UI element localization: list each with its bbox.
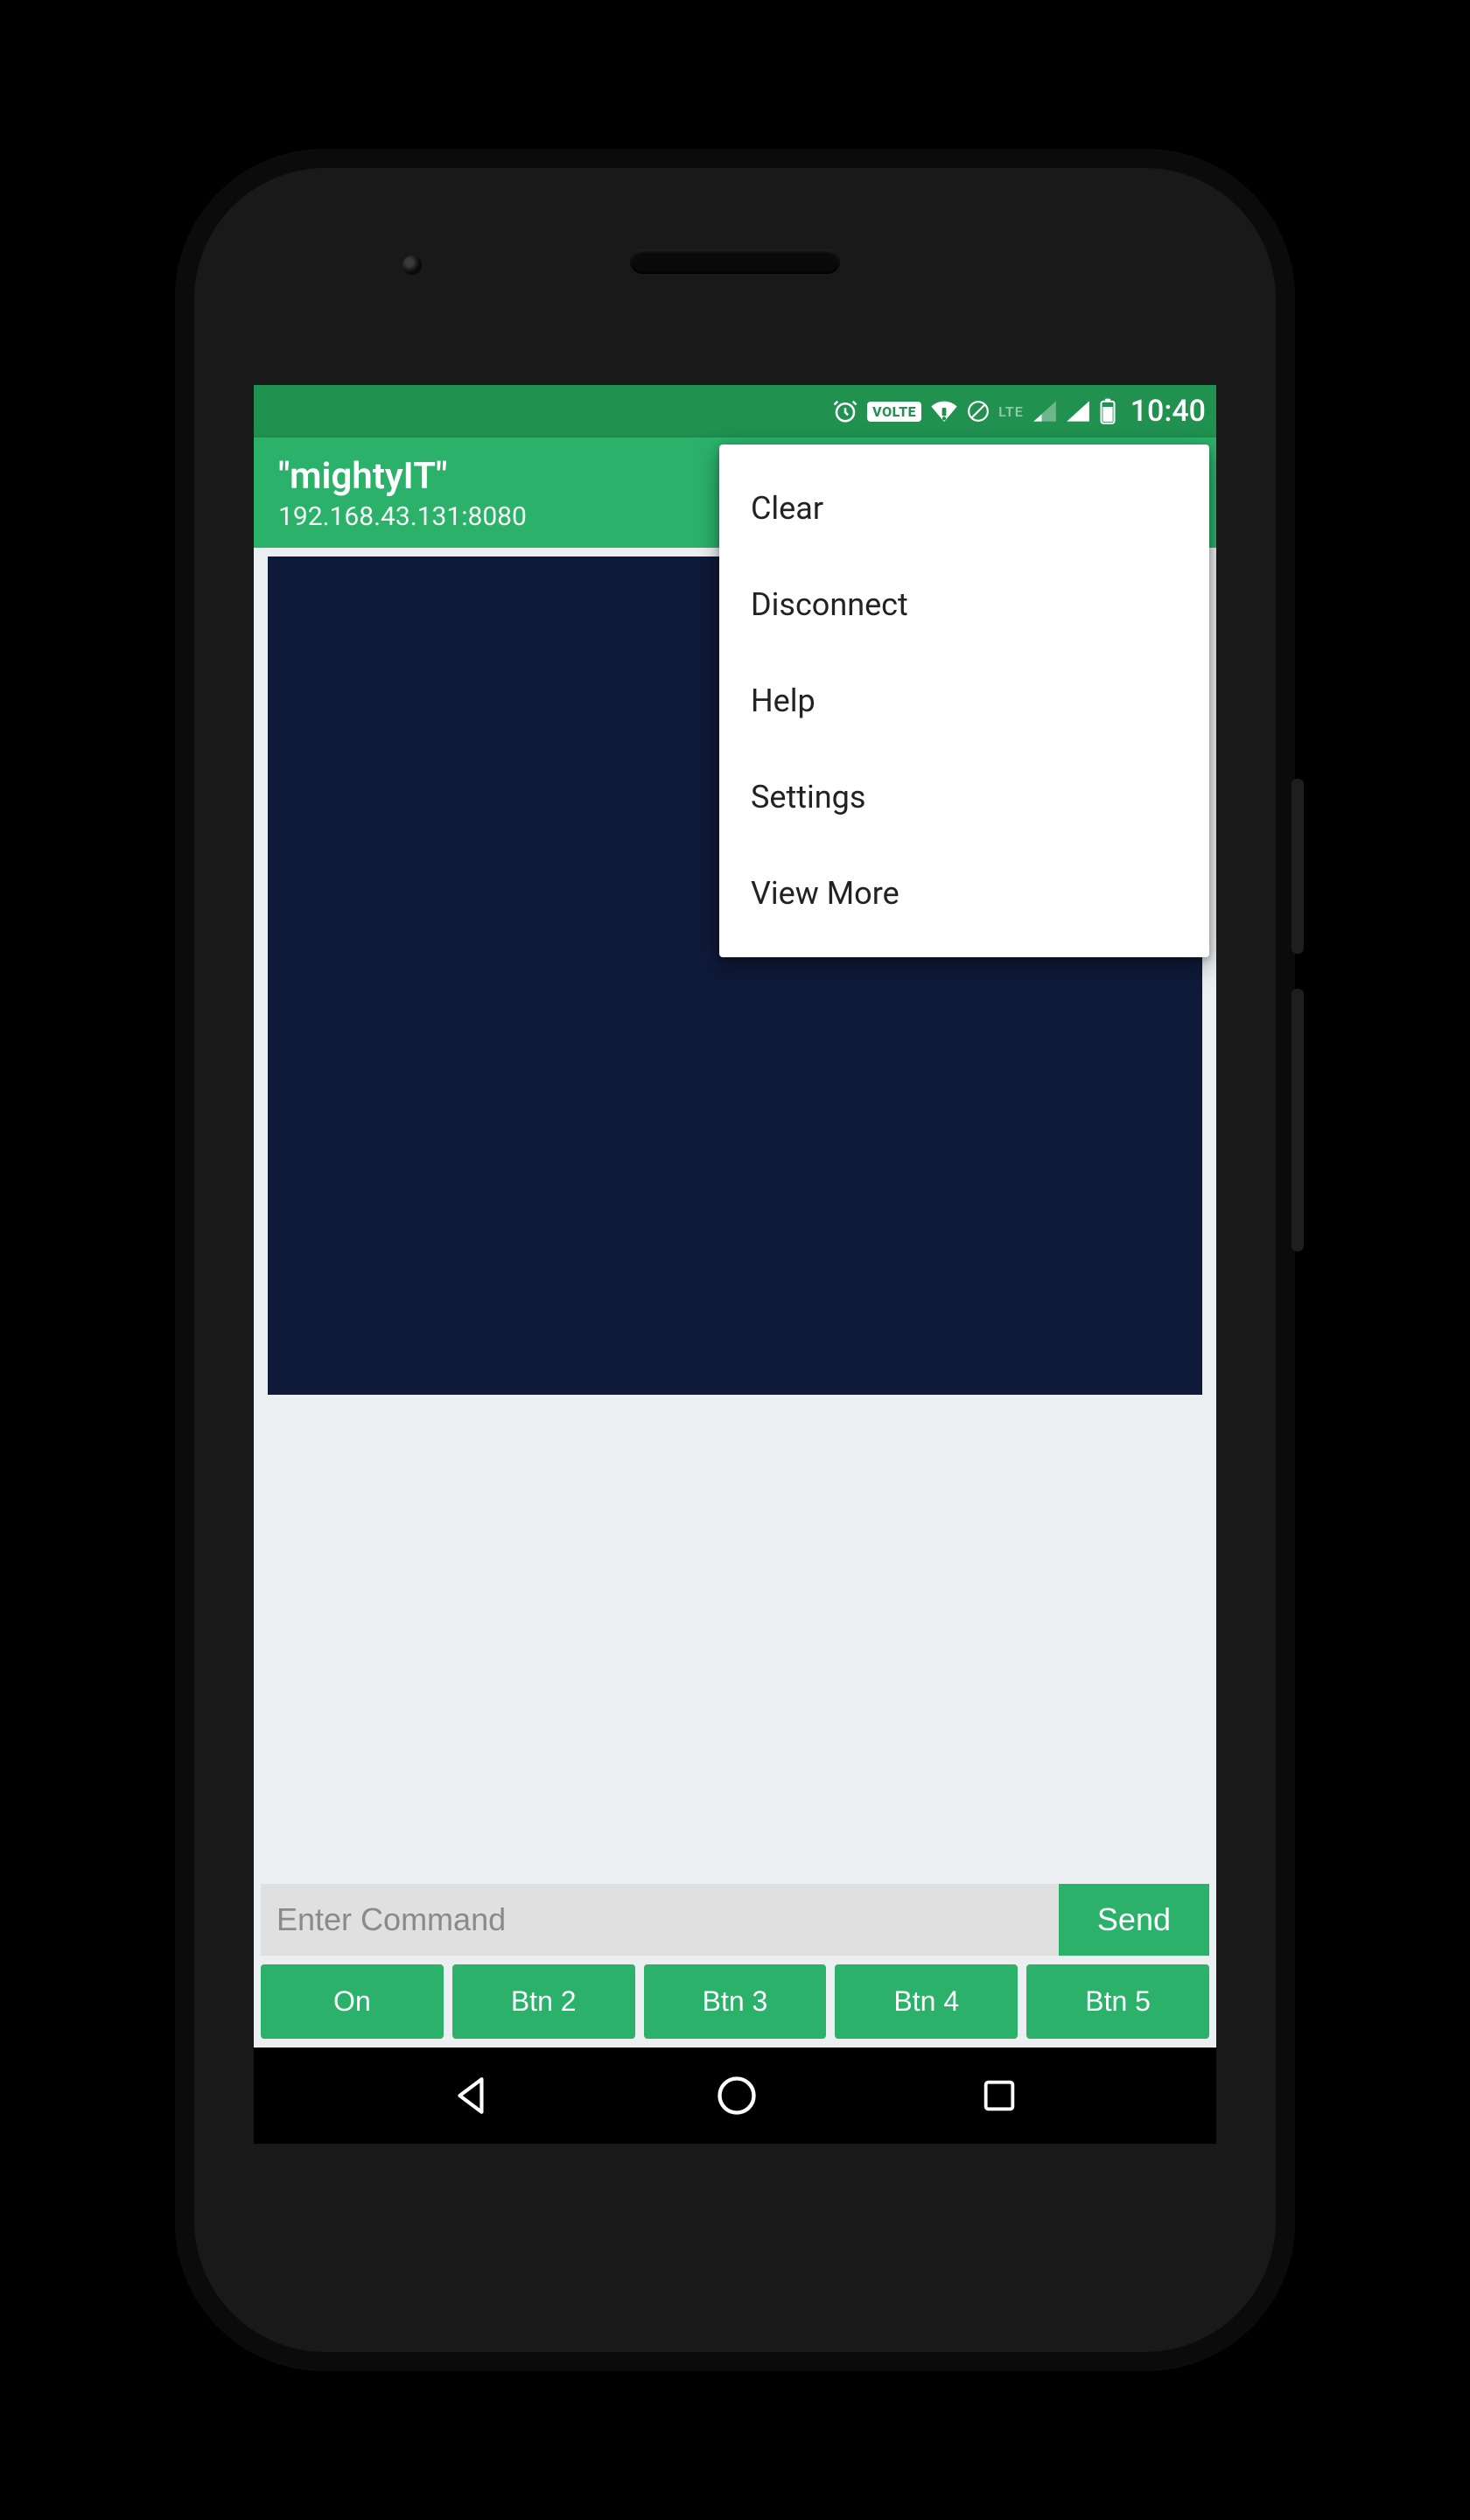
- nav-back-button[interactable]: [451, 2074, 494, 2118]
- battery-icon: [1099, 398, 1116, 424]
- phone-frame: VOLTE LTE: [175, 149, 1295, 2371]
- nav-recent-button[interactable]: [979, 2076, 1019, 2116]
- earpiece-speaker: [630, 249, 840, 274]
- menu-item-clear[interactable]: Clear: [719, 460, 1209, 556]
- send-button[interactable]: Send: [1059, 1884, 1209, 1956]
- menu-item-settings[interactable]: Settings: [719, 749, 1209, 845]
- spacer: [254, 1395, 1216, 1884]
- quick-button-2[interactable]: Btn 2: [452, 1964, 635, 2039]
- power-button[interactable]: [1292, 779, 1304, 954]
- quick-button-4[interactable]: Btn 4: [835, 1964, 1018, 2039]
- no-network-icon: [967, 400, 990, 423]
- signal-full-icon: [1066, 400, 1090, 423]
- screen: VOLTE LTE: [254, 385, 1216, 2144]
- quick-button-5[interactable]: Btn 5: [1026, 1964, 1209, 2039]
- menu-item-view-more[interactable]: View More: [719, 845, 1209, 942]
- command-input[interactable]: [261, 1884, 1059, 1956]
- status-bar: VOLTE LTE: [254, 385, 1216, 438]
- lte-label: LTE: [998, 403, 1024, 420]
- quick-button-on[interactable]: On: [261, 1964, 444, 2039]
- quick-button-3[interactable]: Btn 3: [644, 1964, 827, 2039]
- menu-item-disconnect[interactable]: Disconnect: [719, 556, 1209, 653]
- quick-button-row: On Btn 2 Btn 3 Btn 4 Btn 5: [261, 1964, 1209, 2039]
- command-row: Send: [261, 1884, 1209, 1956]
- status-clock: 10:40: [1130, 394, 1206, 429]
- overflow-menu: Clear Disconnect Help Settings View More: [719, 444, 1209, 957]
- menu-item-help[interactable]: Help: [719, 653, 1209, 749]
- nav-bar: [254, 2048, 1216, 2144]
- volte-badge: VOLTE: [867, 402, 921, 422]
- nav-home-button[interactable]: [714, 2073, 760, 2118]
- alarm-icon: [832, 398, 858, 424]
- volume-button[interactable]: [1292, 989, 1304, 1251]
- front-camera: [402, 256, 422, 275]
- signal-weak-icon: [1032, 400, 1057, 423]
- wifi-icon: [930, 399, 958, 424]
